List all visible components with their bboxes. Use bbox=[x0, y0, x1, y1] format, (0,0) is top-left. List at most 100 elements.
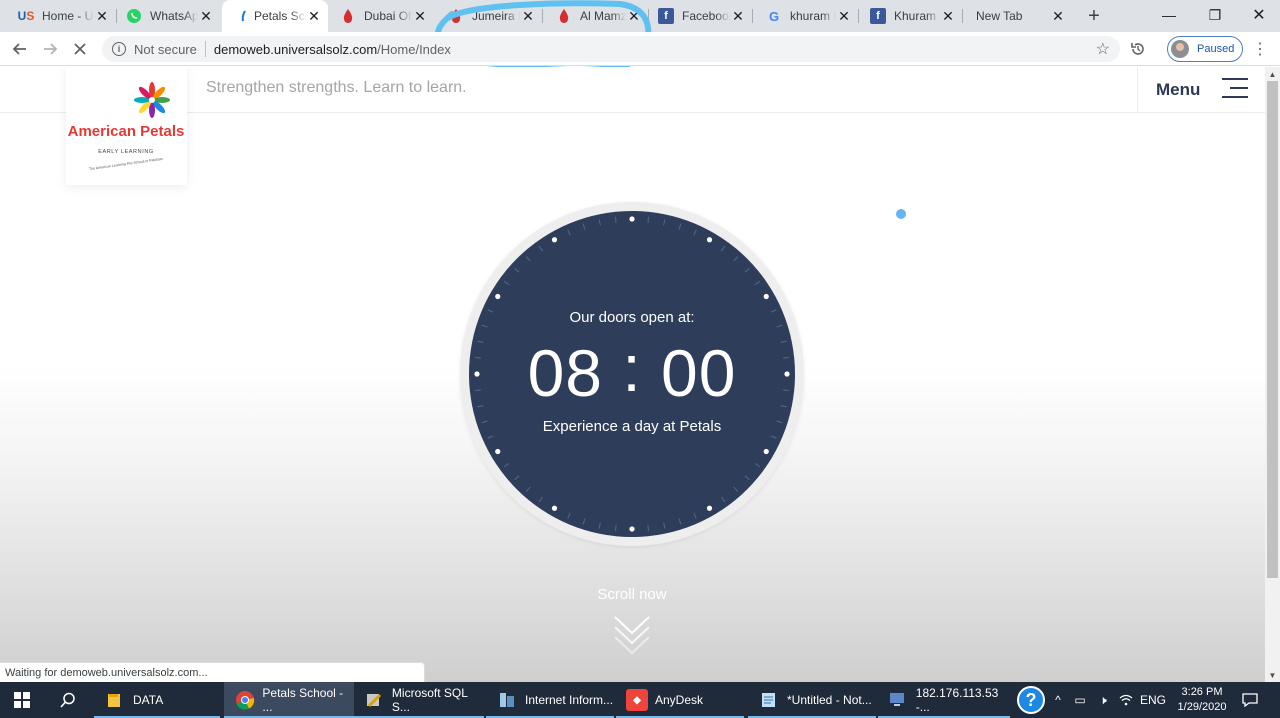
close-icon[interactable]: ✕ bbox=[306, 8, 322, 24]
sql-server-icon bbox=[364, 689, 385, 711]
bookmark-star-icon[interactable]: ☆ bbox=[1096, 39, 1110, 59]
avatar bbox=[1171, 40, 1189, 58]
page-scrollbar[interactable]: ▲ ▼ bbox=[1265, 67, 1280, 682]
tab-title: Khuram K bbox=[894, 9, 940, 23]
paused-label: Paused bbox=[1197, 43, 1235, 55]
tab-home-u[interactable]: US Home - U ✕ bbox=[4, 0, 116, 32]
taskbar-item-anydesk[interactable]: ◆ AnyDesk bbox=[616, 682, 744, 718]
close-icon[interactable]: ✕ bbox=[626, 8, 642, 24]
page-viewport: Strengthen strengths. Learn to learn. Me… bbox=[0, 67, 1265, 682]
loading-status: Waiting for demoweb.universalsolz.com... bbox=[0, 662, 425, 682]
close-icon[interactable]: ✕ bbox=[412, 8, 428, 24]
battery-icon[interactable]: ▭ bbox=[1070, 682, 1090, 718]
time-minutes: 00 bbox=[661, 336, 737, 410]
minimize-button[interactable]: — bbox=[1146, 0, 1192, 30]
stop-loading-button[interactable] bbox=[68, 37, 92, 61]
site-header: Strengthen strengths. Learn to learn. Me… bbox=[0, 67, 1265, 113]
facebook-icon: f bbox=[870, 8, 886, 24]
tab-new-tab[interactable]: New Tab ✕ bbox=[962, 0, 1072, 32]
folder-icon bbox=[104, 689, 126, 711]
taskbar-item-remote-desktop[interactable]: 182.176.113.53 -... bbox=[878, 682, 1010, 718]
windows-logo-icon bbox=[14, 692, 30, 708]
red-drop-icon bbox=[340, 8, 356, 24]
american-petals-logo: American Petals EARLY LEARNING The Ameri… bbox=[68, 82, 185, 171]
whatsapp-icon bbox=[126, 8, 142, 24]
close-icon[interactable]: ✕ bbox=[1050, 8, 1066, 24]
forward-arrow-icon bbox=[44, 43, 58, 55]
svg-text:EARLY LEARNING: EARLY LEARNING bbox=[98, 149, 154, 155]
back-button[interactable] bbox=[8, 37, 32, 61]
tab-title: New Tab bbox=[976, 9, 1023, 23]
more-menu-icon[interactable]: ⋮ bbox=[1252, 40, 1268, 58]
start-button[interactable] bbox=[0, 682, 44, 718]
tab-facebook-khuram[interactable]: f Khuram K ✕ bbox=[856, 0, 962, 32]
svg-text:American Petals: American Petals bbox=[68, 123, 185, 140]
close-icon[interactable]: ✕ bbox=[940, 8, 956, 24]
taskbar-item-sql-server[interactable]: Microsoft SQL S... bbox=[354, 682, 484, 718]
forward-button[interactable] bbox=[38, 37, 62, 61]
tab-whatsapp[interactable]: WhatsApp ✕ bbox=[112, 0, 220, 32]
show-hidden-icons-chevron-icon[interactable]: ^ bbox=[1050, 682, 1066, 718]
tab-google-search[interactable]: G khuram h ✕ bbox=[752, 0, 858, 32]
taskbar-item-notepad[interactable]: *Untitled - Not... bbox=[748, 682, 876, 718]
site-logo[interactable]: American Petals EARLY LEARNING The Ameri… bbox=[66, 67, 187, 185]
browser-toolbar: i Not secure demoweb.universalsolz.com/H… bbox=[0, 32, 1280, 66]
time-separator: : bbox=[622, 331, 642, 405]
search-button[interactable] bbox=[48, 682, 88, 718]
taskbar-item-chrome[interactable]: Petals School - ... bbox=[224, 682, 354, 718]
tab-title: Al Mamz bbox=[580, 9, 626, 23]
profile-paused-button[interactable]: Paused bbox=[1167, 36, 1243, 62]
taskbar-item-data[interactable]: DATA bbox=[94, 682, 220, 718]
system-clock[interactable]: 3:26 PM 1/29/2020 bbox=[1172, 685, 1232, 715]
tab-title: Jumeira P bbox=[472, 9, 520, 23]
close-window-button[interactable]: ✕ bbox=[1236, 0, 1280, 30]
windows-taskbar: DATA Petals School - ... Microsoft SQL S… bbox=[0, 682, 1280, 718]
tab-petals-school[interactable]: Petals Sch ✕ bbox=[222, 0, 328, 32]
search-icon bbox=[60, 692, 75, 708]
tab-al-mamzar[interactable]: Al Mamz ✕ bbox=[542, 0, 648, 32]
tab-facebook[interactable]: f Facebook ✕ bbox=[644, 0, 752, 32]
help-icon[interactable]: ? bbox=[1014, 682, 1048, 718]
doors-open-label: Our doors open at: bbox=[569, 309, 695, 326]
tab-title: Dubai Of bbox=[364, 9, 412, 23]
close-icon[interactable]: ✕ bbox=[94, 8, 110, 24]
opening-time: 08 : 00 bbox=[469, 331, 795, 413]
scroll-up-arrow-icon[interactable]: ▲ bbox=[1265, 67, 1280, 81]
site-tagline: Strengthen strengths. Learn to learn. bbox=[206, 79, 467, 96]
language-indicator[interactable]: ENG bbox=[1138, 682, 1168, 718]
new-tab-button[interactable]: + bbox=[1082, 4, 1106, 28]
anydesk-icon: ◆ bbox=[626, 689, 648, 711]
clock-date: 1/29/2020 bbox=[1177, 701, 1227, 713]
tab-title: WhatsApp bbox=[150, 9, 198, 23]
notepad-icon bbox=[758, 689, 780, 711]
hamburger-icon[interactable] bbox=[1222, 78, 1248, 100]
tab-dubai[interactable]: Dubai Of ✕ bbox=[326, 0, 434, 32]
google-icon: G bbox=[768, 8, 780, 24]
stop-icon bbox=[74, 43, 86, 55]
us-logo-icon: US bbox=[17, 9, 35, 23]
close-icon[interactable]: ✕ bbox=[836, 8, 852, 24]
scroll-now-label[interactable]: Scroll now bbox=[540, 586, 724, 603]
wifi-icon[interactable] bbox=[1116, 682, 1136, 718]
history-icon[interactable] bbox=[1126, 37, 1150, 61]
close-icon[interactable]: ✕ bbox=[520, 8, 536, 24]
tab-jumeira[interactable]: Jumeira P ✕ bbox=[434, 0, 542, 32]
red-drop-icon bbox=[448, 8, 464, 24]
clock-time: 3:26 PM bbox=[1181, 686, 1223, 698]
notifications-icon[interactable] bbox=[1238, 682, 1262, 718]
address-bar[interactable]: i Not secure demoweb.universalsolz.com/H… bbox=[102, 36, 1120, 62]
close-icon[interactable]: ✕ bbox=[730, 8, 746, 24]
close-icon[interactable]: ✕ bbox=[198, 8, 214, 24]
tab-title: Home - U bbox=[42, 9, 94, 23]
menu-button[interactable]: Menu bbox=[1137, 67, 1265, 113]
taskbar-item-iis[interactable]: Internet Inform... bbox=[486, 682, 614, 718]
restore-button[interactable]: ❐ bbox=[1192, 0, 1238, 30]
info-icon[interactable]: i bbox=[112, 42, 126, 56]
scroll-down-chevron-icon[interactable] bbox=[613, 615, 651, 661]
scroll-down-arrow-icon[interactable]: ▼ bbox=[1265, 668, 1280, 682]
volume-muted-icon[interactable]: 🕨 bbox=[1093, 682, 1113, 718]
scrollbar-thumb[interactable] bbox=[1267, 81, 1278, 578]
chrome-icon bbox=[234, 689, 255, 711]
not-secure-label[interactable]: Not secure bbox=[134, 42, 197, 57]
url-text[interactable]: demoweb.universalsolz.com/Home/Index bbox=[214, 42, 451, 57]
